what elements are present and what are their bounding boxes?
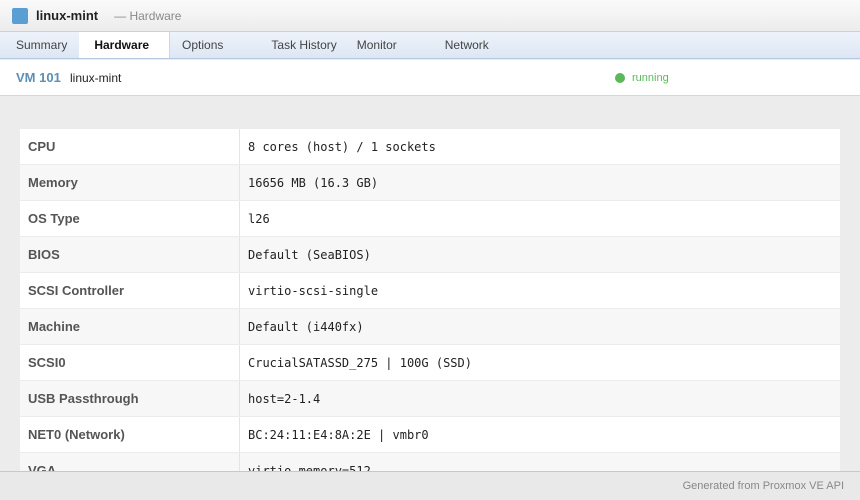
- row-value: BC:24:11:E4:8A:2E | vmbr0: [248, 427, 429, 442]
- tab-monitor[interactable]: Monitor: [347, 32, 427, 58]
- row-value: Default (i440fx): [248, 319, 364, 334]
- status-dot-icon: [615, 73, 625, 83]
- window-subtitle: — Hardware: [114, 8, 182, 23]
- tab-bar: Summary Hardware Options Task History Monito…: [0, 32, 860, 59]
- tab-network[interactable]: Network: [427, 32, 499, 58]
- vm-id: VM 101: [16, 70, 61, 85]
- vm-hostname: linux-mint: [70, 71, 122, 85]
- vm-icon: [12, 7, 28, 24]
- row-key: BIOS: [20, 237, 240, 272]
- row-value: 8 cores (host) / 1 sockets: [248, 139, 436, 154]
- window-vm-name: linux-mint: [36, 8, 99, 23]
- row-value: l26: [248, 211, 270, 226]
- tab-hardware[interactable]: Hardware: [79, 32, 171, 58]
- table-row: Machine Default (i440fx): [20, 309, 840, 345]
- row-key: CPU: [20, 129, 240, 164]
- row-key: OS Type: [20, 201, 240, 236]
- row-key: NET0 (Network): [20, 417, 240, 452]
- title-bar: linux-mint — Hardware: [0, 0, 860, 32]
- footer: Generated from Proxmox VE API: [0, 471, 860, 500]
- row-key: Machine: [20, 309, 240, 344]
- row-value: virtio-scsi-single: [248, 283, 379, 298]
- table-row: Memory 16656 MB (16.3 GB): [20, 165, 840, 201]
- table-row: NET0 (Network) BC:24:11:E4:8A:2E | vmbr0: [20, 417, 840, 453]
- row-value: host=2-1.4: [248, 391, 321, 406]
- row-key: SCSI0: [20, 345, 240, 380]
- table-row: CPU 8 cores (host) / 1 sockets: [20, 129, 840, 165]
- table-row: OS Type l26: [20, 201, 840, 237]
- row-key: SCSI Controller: [20, 273, 240, 308]
- footer-text: Generated from Proxmox VE API: [682, 480, 844, 492]
- table-row: VGA virtio,memory=512: [20, 453, 840, 471]
- table-row: USB Passthrough host=2-1.4: [20, 381, 840, 417]
- row-key: Memory: [20, 165, 240, 200]
- tab-summary[interactable]: Summary: [0, 32, 79, 58]
- vm-header: VM 101 linux-mint running: [0, 60, 860, 96]
- row-value: virtio,memory=512: [248, 463, 371, 472]
- row-value: CrucialSATASSD_275 | 100G (SSD): [248, 355, 472, 370]
- table-row: SCSI0 CrucialSATASSD_275 | 100G (SSD): [20, 345, 840, 381]
- table-row: BIOS Default (SeaBIOS): [20, 237, 840, 273]
- tab-options[interactable]: Options: [170, 32, 247, 58]
- table-row: SCSI Controller virtio-scsi-single: [20, 273, 840, 309]
- hardware-table: CPU 8 cores (host) / 1 sockets Memory 16656…: [20, 129, 840, 471]
- row-key: VGA: [20, 453, 240, 471]
- row-key: USB Passthrough: [20, 381, 240, 416]
- tab-task-history[interactable]: Task History: [247, 32, 346, 58]
- row-value: 16656 MB (16.3 GB): [248, 175, 379, 190]
- status-text: running: [632, 72, 669, 84]
- row-value: Default (SeaBIOS): [248, 247, 371, 262]
